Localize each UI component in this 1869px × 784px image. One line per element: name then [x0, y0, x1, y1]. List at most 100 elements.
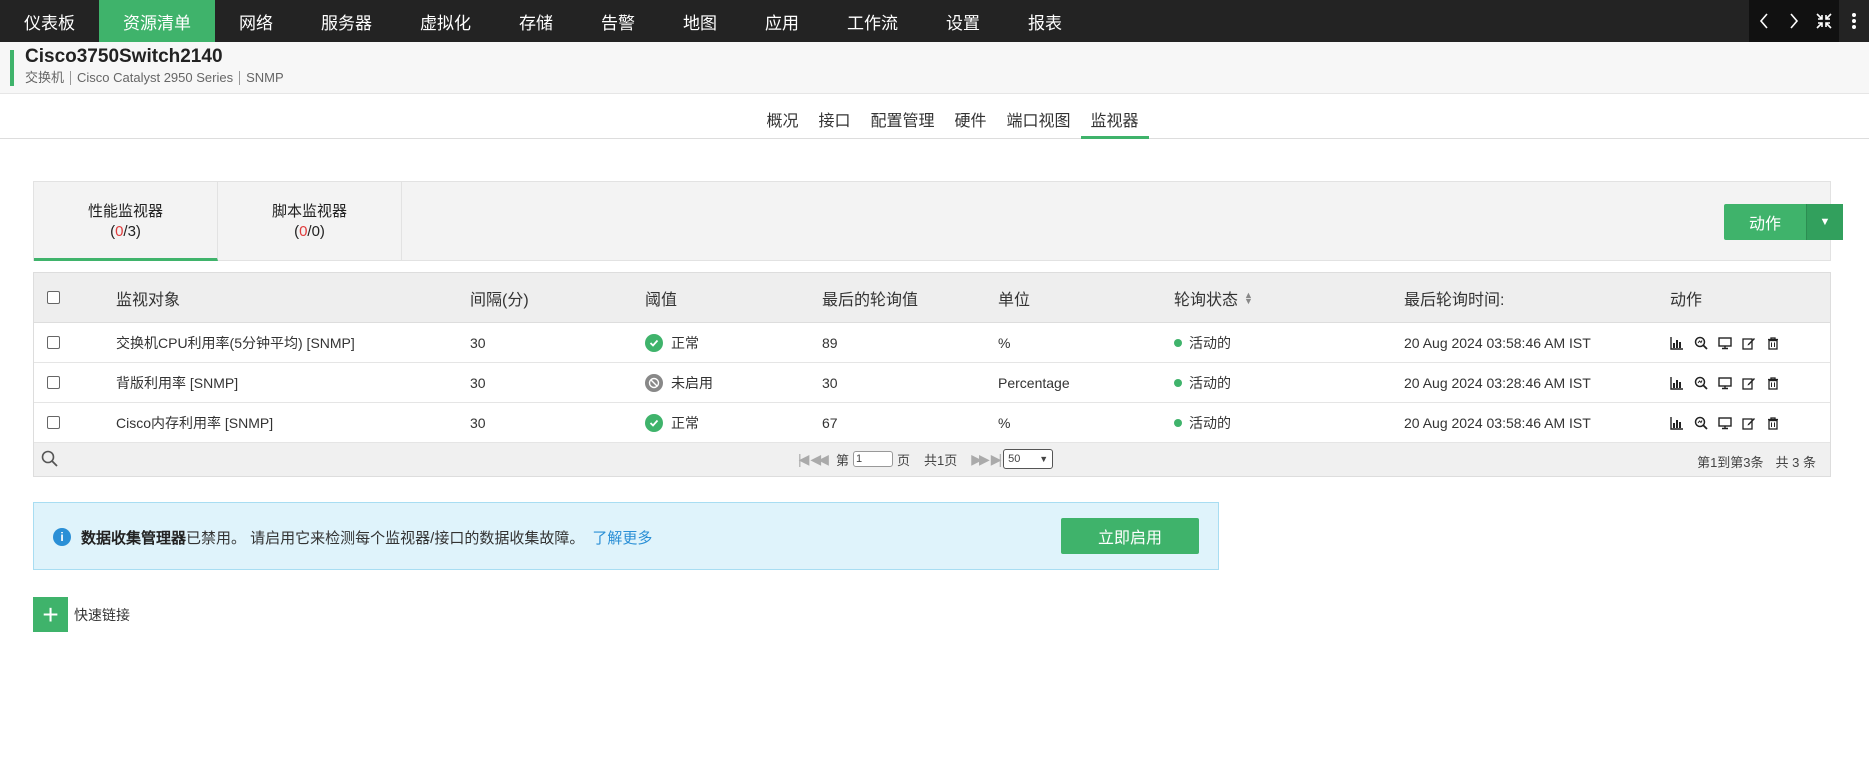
poll-status: 活动的: [1174, 333, 1231, 353]
disabled-icon: [645, 373, 663, 392]
monitor-icon[interactable]: [1718, 416, 1732, 430]
edit-icon[interactable]: [1742, 376, 1756, 390]
enable-now-button[interactable]: 立即启用: [1061, 518, 1199, 554]
action-button[interactable]: 动作 ▼: [1724, 204, 1843, 240]
table-row: Cisco内存利用率 [SNMP] 30 正常 67 % 活动的 20 Aug …: [34, 403, 1830, 443]
col-poll-status[interactable]: 轮询状态 ▲ ▼: [1174, 286, 1253, 310]
bar-chart-icon[interactable]: [1670, 376, 1684, 390]
monitor-icon[interactable]: [1718, 336, 1732, 350]
tab-monitors[interactable]: 监视器: [1080, 95, 1149, 139]
tab-interfaces[interactable]: 接口: [808, 95, 860, 139]
chevron-left-icon[interactable]: [1749, 0, 1779, 42]
quick-links[interactable]: + 快速链接: [33, 597, 130, 632]
table-pager: |◀ ◀◀ 第 1 页 共1页 ▶▶ ▶| 50 ▼ 第1到第3条 共 3 条: [34, 443, 1830, 476]
col-last-poll-time[interactable]: 最后轮询时间:: [1404, 286, 1504, 310]
col-last-value[interactable]: 最后的轮询值: [822, 286, 918, 310]
table-row: 交换机CPU利用率(5分钟平均) [SNMP] 30 正常 89 % 活动的 2…: [34, 323, 1830, 363]
device-model: Cisco Catalyst 2950 Series: [77, 71, 241, 85]
nav-alarms[interactable]: 告警: [577, 0, 659, 42]
col-interval[interactable]: 间隔(分): [470, 286, 529, 310]
search-icon[interactable]: [41, 450, 58, 470]
pagination: |◀ ◀◀ 第 1 页 共1页 ▶▶ ▶| 50 ▼: [798, 449, 1054, 469]
row-checkbox[interactable]: [47, 416, 60, 429]
last-value: 67: [822, 414, 838, 431]
monitor-count: (0/0): [294, 223, 325, 240]
nav-virtualization[interactable]: 虚拟化: [396, 0, 495, 42]
trash-icon[interactable]: [1766, 376, 1780, 390]
nav-storage[interactable]: 存储: [495, 0, 577, 42]
nav-reports[interactable]: 报表: [1004, 0, 1086, 42]
row-checkbox[interactable]: [47, 376, 60, 389]
next-page-icon[interactable]: ▶▶: [971, 451, 989, 468]
zoom-analyze-icon[interactable]: [1694, 336, 1708, 350]
page-input[interactable]: 1: [852, 451, 893, 467]
nav-servers[interactable]: 服务器: [297, 0, 396, 42]
nav-settings[interactable]: 设置: [922, 0, 1004, 42]
sort-icon: ▲ ▼: [1244, 289, 1253, 306]
col-unit[interactable]: 单位: [998, 286, 1030, 310]
edit-icon[interactable]: [1742, 416, 1756, 430]
unit-value: %: [998, 414, 1011, 431]
plus-icon[interactable]: +: [33, 597, 68, 632]
chevron-right-icon[interactable]: [1779, 0, 1809, 42]
interval-value: 30: [470, 414, 486, 431]
status-dot: [1174, 378, 1182, 387]
check-circle-icon: [645, 333, 663, 352]
nav-apps[interactable]: 应用: [741, 0, 823, 42]
tab-config-management[interactable]: 配置管理: [860, 95, 944, 139]
row-checkbox[interactable]: [47, 336, 60, 349]
banner-text: 已禁用。 请启用它来检测每个监视器/接口的数据收集故障。: [186, 530, 585, 547]
select-all-checkbox[interactable]: [47, 291, 60, 304]
zoom-analyze-icon[interactable]: [1694, 376, 1708, 390]
unit-value: Percentage: [998, 374, 1070, 391]
row-actions: [1670, 376, 1780, 390]
monitor-icon[interactable]: [1718, 376, 1732, 390]
nav-network[interactable]: 网络: [215, 0, 297, 42]
row-actions: [1670, 336, 1780, 350]
edit-icon[interactable]: [1742, 336, 1756, 350]
last-poll-time: 20 Aug 2024 03:58:46 AM IST: [1404, 334, 1591, 351]
threshold-status: 正常: [645, 413, 699, 433]
monitor-count: (0/3): [110, 223, 141, 240]
col-threshold[interactable]: 阈值: [645, 286, 677, 310]
bar-chart-icon[interactable]: [1670, 416, 1684, 430]
learn-more-link[interactable]: 了解更多: [592, 530, 652, 547]
tab-script-monitors[interactable]: 脚本监视器 (0/0): [218, 182, 402, 261]
record-total: 共 3 条: [1775, 455, 1816, 470]
page-size-select[interactable]: 50 ▼: [1003, 449, 1054, 469]
device-subtabs: 概况 接口 配置管理 硬件 端口视图 监视器: [0, 95, 1869, 139]
nav-workflow[interactable]: 工作流: [823, 0, 922, 42]
col-monitor[interactable]: 监视对象: [116, 286, 180, 310]
zoom-analyze-icon[interactable]: [1694, 416, 1708, 430]
caret-down-icon[interactable]: ▼: [1806, 204, 1843, 240]
page-suffix: 页: [896, 452, 910, 468]
monitor-name[interactable]: 交换机CPU利用率(5分钟平均) [SNMP]: [116, 333, 355, 353]
device-header: Cisco3750Switch2140 交换机 Cisco Catalyst 2…: [0, 42, 1869, 94]
tab-overview[interactable]: 概况: [756, 95, 808, 139]
monitor-name[interactable]: 背版利用率 [SNMP]: [116, 373, 238, 393]
nav-dashboard[interactable]: 仪表板: [0, 0, 99, 42]
page-prefix: 第: [835, 452, 849, 468]
bar-chart-icon[interactable]: [1670, 336, 1684, 350]
more-vertical-icon[interactable]: [1839, 0, 1869, 42]
nav-inventory[interactable]: 资源清单: [99, 0, 215, 42]
last-page-icon[interactable]: ▶|: [991, 451, 1003, 468]
prev-page-icon[interactable]: ◀◀: [810, 451, 828, 468]
trash-icon[interactable]: [1766, 416, 1780, 430]
collapse-icon[interactable]: [1809, 0, 1839, 42]
first-page-icon[interactable]: |◀: [798, 451, 810, 468]
interval-value: 30: [470, 334, 486, 351]
tab-performance-monitors[interactable]: 性能监视器 (0/3): [34, 182, 218, 261]
nav-maps[interactable]: 地图: [659, 0, 741, 42]
monitor-name[interactable]: Cisco内存利用率 [SNMP]: [116, 413, 273, 433]
trash-icon[interactable]: [1766, 336, 1780, 350]
quick-links-label: 快速链接: [74, 606, 130, 623]
tab-hardware[interactable]: 硬件: [945, 95, 997, 139]
record-range: 第1到第3条: [1697, 455, 1764, 470]
last-value: 89: [822, 334, 838, 351]
tab-port-view[interactable]: 端口视图: [997, 95, 1081, 139]
banner-bold: 数据收集管理器: [81, 530, 187, 547]
info-icon: i: [53, 528, 71, 546]
total-pages: 共1页: [923, 452, 958, 468]
last-poll-time: 20 Aug 2024 03:28:46 AM IST: [1404, 374, 1591, 391]
